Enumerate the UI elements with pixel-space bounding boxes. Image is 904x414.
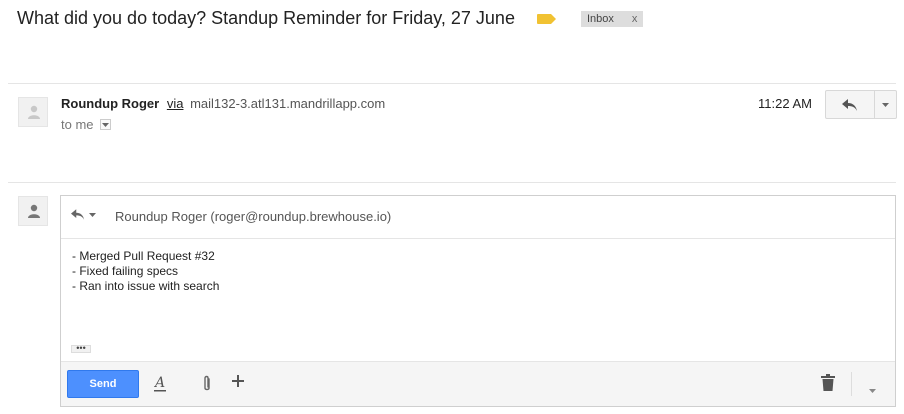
email-subject: What did you do today? Standup Reminder … xyxy=(17,8,515,28)
person-icon xyxy=(28,204,40,218)
discard-draft-button[interactable] xyxy=(821,374,835,396)
dropdown-arrow-icon xyxy=(882,102,889,107)
reply-recipient[interactable]: Roundup Roger (roger@roundup.brewhouse.i… xyxy=(115,209,391,224)
compose-header: Roundup Roger (roger@roundup.brewhouse.i… xyxy=(61,196,895,239)
divider xyxy=(8,182,896,183)
body-line: - Ran into issue with search xyxy=(72,279,220,293)
inbox-label-text: Inbox xyxy=(586,12,614,25)
remove-label-button[interactable]: x xyxy=(632,11,638,27)
recipient-summary: to me xyxy=(61,117,111,132)
subject-row: What did you do today? Standup Reminder … xyxy=(17,8,644,29)
dropdown-arrow-icon xyxy=(89,212,96,217)
show-details-button[interactable] xyxy=(99,119,111,130)
message-body-editor[interactable]: - Merged Pull Request #32 - Fixed failin… xyxy=(72,249,219,294)
to-me-label: to me xyxy=(61,117,94,132)
reply-icon xyxy=(842,98,857,111)
show-trimmed-content-button[interactable]: ••• xyxy=(71,344,91,353)
text-format-icon: A xyxy=(153,375,166,392)
send-button[interactable]: Send xyxy=(67,370,139,398)
body-line: - Fixed failing specs xyxy=(72,264,179,278)
via-host: mail132-3.atl131.mandrillapp.com xyxy=(190,96,386,111)
message-time: 11:22 AM xyxy=(758,96,812,111)
body-line: - Merged Pull Request #32 xyxy=(72,249,215,263)
toolbar-divider xyxy=(851,372,852,396)
compose-toolbar: Send A xyxy=(61,361,895,406)
sender-name[interactable]: Roundup Roger xyxy=(61,96,159,111)
divider xyxy=(8,83,896,84)
reply-type-menu[interactable] xyxy=(71,209,96,220)
attach-icon xyxy=(204,375,210,391)
plus-icon xyxy=(232,375,244,387)
attach-files-button[interactable] xyxy=(202,375,212,393)
label-tag-icon[interactable] xyxy=(536,13,556,24)
reply-icon xyxy=(71,209,85,220)
reply-compose: Roundup Roger (roger@roundup.brewhouse.i… xyxy=(60,195,896,407)
reply-button-group xyxy=(825,90,897,119)
sender-avatar xyxy=(18,97,48,127)
more-insert-options-button[interactable] xyxy=(232,375,244,387)
dropdown-arrow-icon xyxy=(869,389,876,393)
sender-line: Roundup Roger via mail132-3.atl131.mandr… xyxy=(61,96,385,111)
my-avatar xyxy=(18,196,48,226)
person-icon xyxy=(28,105,40,119)
dropdown-arrow-icon xyxy=(101,122,109,127)
via-link[interactable]: via xyxy=(167,96,184,111)
svg-text:A: A xyxy=(153,375,165,391)
trash-icon xyxy=(821,374,835,391)
more-actions-button[interactable] xyxy=(875,90,897,119)
reply-button[interactable] xyxy=(825,90,875,119)
inbox-label-chip[interactable]: Inbox x xyxy=(580,10,644,27)
formatting-options-button[interactable]: A xyxy=(153,375,167,393)
more-options-button[interactable] xyxy=(869,380,876,398)
